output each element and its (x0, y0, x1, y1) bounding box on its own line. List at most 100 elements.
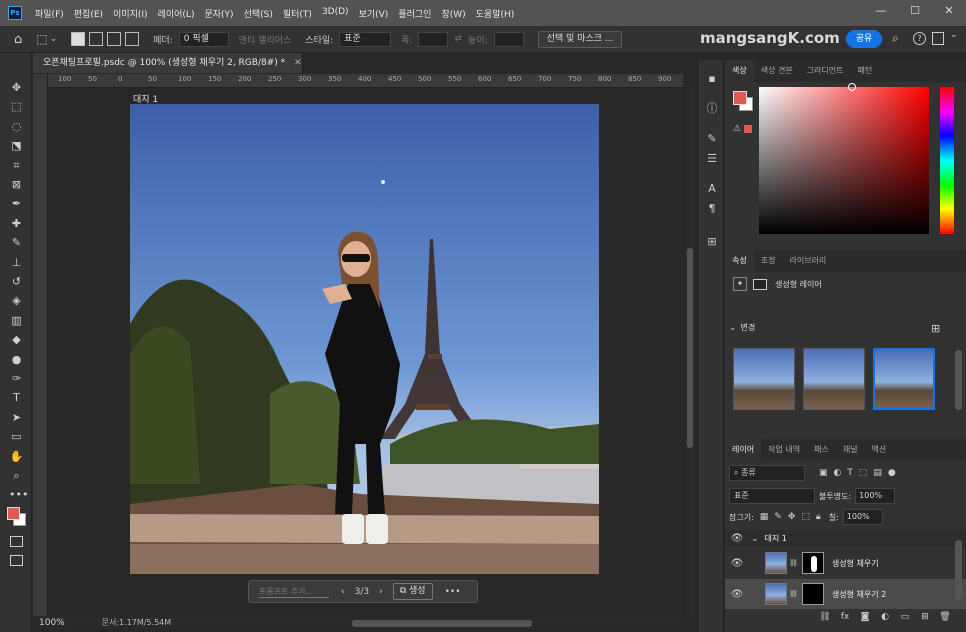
eye-icon[interactable]: 👁︎ (729, 533, 745, 544)
fill-input[interactable]: 100% (842, 509, 883, 525)
layer-filter-select[interactable]: ⌕ 종류 (729, 465, 805, 481)
swap-icon[interactable]: ⇄ (454, 34, 462, 44)
workspace-icon[interactable] (932, 32, 944, 45)
layer-row[interactable]: 👁︎ ⛓ 생성형 채우기 (725, 548, 966, 578)
close-tab-icon[interactable]: ✕ (294, 58, 302, 68)
vertical-scrollbar[interactable] (685, 88, 695, 616)
new-selection-icon[interactable] (71, 32, 86, 46)
crop-icon[interactable]: ⌗ (9, 159, 24, 173)
character-icon[interactable]: A (705, 182, 719, 196)
help-icon[interactable]: ? (913, 32, 926, 45)
move-icon[interactable]: ✥ (9, 81, 24, 95)
horizontal-scroll-thumb[interactable] (352, 620, 532, 627)
panel-tab[interactable]: 레이어 (725, 439, 762, 461)
close-window-button[interactable]: ✕ (932, 0, 966, 26)
height-input[interactable] (493, 31, 524, 47)
lock-transparent-icon[interactable]: ▦ (760, 512, 769, 522)
chevron-down-icon[interactable]: ⌄ (729, 323, 737, 333)
marquee-icon[interactable]: ⬚ (9, 100, 24, 114)
type-icon[interactable]: T (9, 391, 24, 405)
panel-tab[interactable]: 조정 (754, 250, 783, 272)
menu-item[interactable]: 선택(S) (239, 7, 278, 20)
minimize-button[interactable]: — (864, 0, 898, 26)
properties-scrollbar[interactable] (955, 350, 962, 410)
artboard-group-row[interactable]: 👁︎ ⌄ 대지 1 (725, 530, 966, 547)
filter-smart-icon[interactable]: ▤ (873, 468, 882, 478)
adjustment-icon[interactable]: ◐ (875, 612, 895, 622)
brush-icon[interactable]: ✎ (9, 236, 24, 250)
hue-slider[interactable] (940, 87, 954, 234)
glyphs-icon[interactable]: ⊞ (705, 235, 719, 249)
panel-tab[interactable]: 그라디언트 (800, 60, 851, 82)
dodge-icon[interactable]: ● (9, 353, 24, 367)
panel-tab[interactable]: 속성 (725, 250, 754, 272)
filter-adjustment-icon[interactable]: ◐ (834, 468, 842, 478)
healing-icon[interactable]: ✚ (9, 217, 24, 231)
opacity-input[interactable]: 100% (855, 488, 896, 504)
paragraph-icon[interactable]: ¶ (705, 202, 719, 216)
search-icon[interactable]: ⌕ (892, 31, 899, 46)
frame-icon[interactable]: ⊠ (9, 178, 24, 192)
menu-item[interactable]: 파일(F) (30, 7, 69, 20)
color-picker-handle[interactable] (848, 83, 856, 91)
mask-icon[interactable]: ◙ (855, 612, 875, 622)
variation-thumbnail[interactable] (733, 348, 795, 410)
canvas-photo[interactable] (130, 104, 599, 574)
menu-item[interactable]: 문자(Y) (199, 7, 238, 20)
vertical-scroll-thumb[interactable] (687, 248, 693, 448)
link-icon[interactable]: ⛓ (789, 559, 798, 567)
menu-item[interactable]: 3D(D) (317, 7, 354, 20)
menu-item[interactable]: 레이어(L) (153, 7, 200, 20)
menu-item[interactable]: 도움말(H) (471, 7, 520, 20)
menu-item[interactable]: 플러그인 (393, 7, 436, 20)
panel-tab[interactable]: 작업 내역 (761, 439, 807, 461)
lock-position-icon[interactable]: ✥ (788, 512, 796, 522)
stamp-icon[interactable]: ⊥ (9, 256, 24, 270)
foreground-color-swatch[interactable] (7, 507, 20, 520)
more-icon[interactable]: ••• (9, 488, 28, 502)
blur-icon[interactable]: ◆ (9, 333, 24, 347)
menu-item[interactable]: 창(W) (436, 7, 470, 20)
panel-tab[interactable]: 액션 (865, 439, 894, 461)
panel-fg-swatch[interactable] (733, 91, 747, 105)
document-tab[interactable]: 오픈채팅프로필.psdc @ 100% (생성형 채우기 2, RGB/8#) … (33, 53, 303, 73)
screen-mode-icon[interactable] (10, 555, 23, 566)
link-icon[interactable]: ⛓ (789, 590, 798, 598)
object-select-icon[interactable]: ⬔ (9, 139, 24, 153)
chevron-down-icon[interactable]: ⌄ (950, 30, 958, 40)
prompt-input[interactable]: 프롬프트 추가... (259, 586, 329, 598)
layer-row[interactable]: 👁︎ ⛓ 생성형 채우기 2 (725, 579, 966, 609)
home-icon[interactable]: ⌂ (14, 32, 22, 47)
brush-settings-icon[interactable]: ✎ (705, 132, 719, 146)
filter-type-icon[interactable]: T (847, 468, 853, 478)
folder-icon[interactable]: ▭ (895, 612, 915, 622)
eyedropper-icon[interactable]: ✒ (9, 197, 24, 211)
variation-thumbnail[interactable] (873, 348, 935, 410)
panel-tab[interactable]: 색상 견본 (754, 60, 800, 82)
filter-pixel-icon[interactable]: ▣ (819, 468, 828, 478)
lasso-icon[interactable]: ◌ (9, 120, 24, 134)
generate-button[interactable]: ⧉ 생성 (392, 583, 433, 600)
color-picker-field[interactable] (759, 87, 929, 234)
width-input[interactable] (418, 31, 449, 47)
pen-icon[interactable]: ✑ (9, 372, 24, 386)
link-icon[interactable]: ⛓ (815, 612, 835, 622)
document-info[interactable]: 문서:1.17M/5.54M (102, 618, 172, 627)
filter-shape-icon[interactable]: ⬚ (859, 468, 868, 478)
zoom-level[interactable]: 100% (39, 618, 65, 628)
trash-icon[interactable]: 🗑︎ (935, 612, 955, 622)
new-layer-icon[interactable]: ⊞ (915, 612, 935, 622)
panel-tab[interactable]: 패턴 (851, 60, 880, 82)
blend-mode-select[interactable]: 표준 (729, 488, 815, 504)
subtract-selection-icon[interactable] (107, 32, 122, 46)
lock-pixels-icon[interactable]: ✎ (774, 512, 782, 522)
chevron-down-icon[interactable]: ⌄ (751, 534, 759, 544)
panel-tab[interactable]: 라이브러리 (782, 250, 833, 272)
eraser-icon[interactable]: ◈ (9, 294, 24, 308)
gamut-warning-icon[interactable]: ⚠ (733, 124, 741, 134)
gamut-swatch[interactable] (744, 125, 752, 133)
history-brush-icon[interactable]: ↺ (9, 275, 24, 289)
previous-variation-icon[interactable]: ‹ (341, 587, 345, 597)
hand-icon[interactable]: ✋ (9, 450, 24, 464)
menu-item[interactable]: 필터(T) (278, 7, 317, 20)
